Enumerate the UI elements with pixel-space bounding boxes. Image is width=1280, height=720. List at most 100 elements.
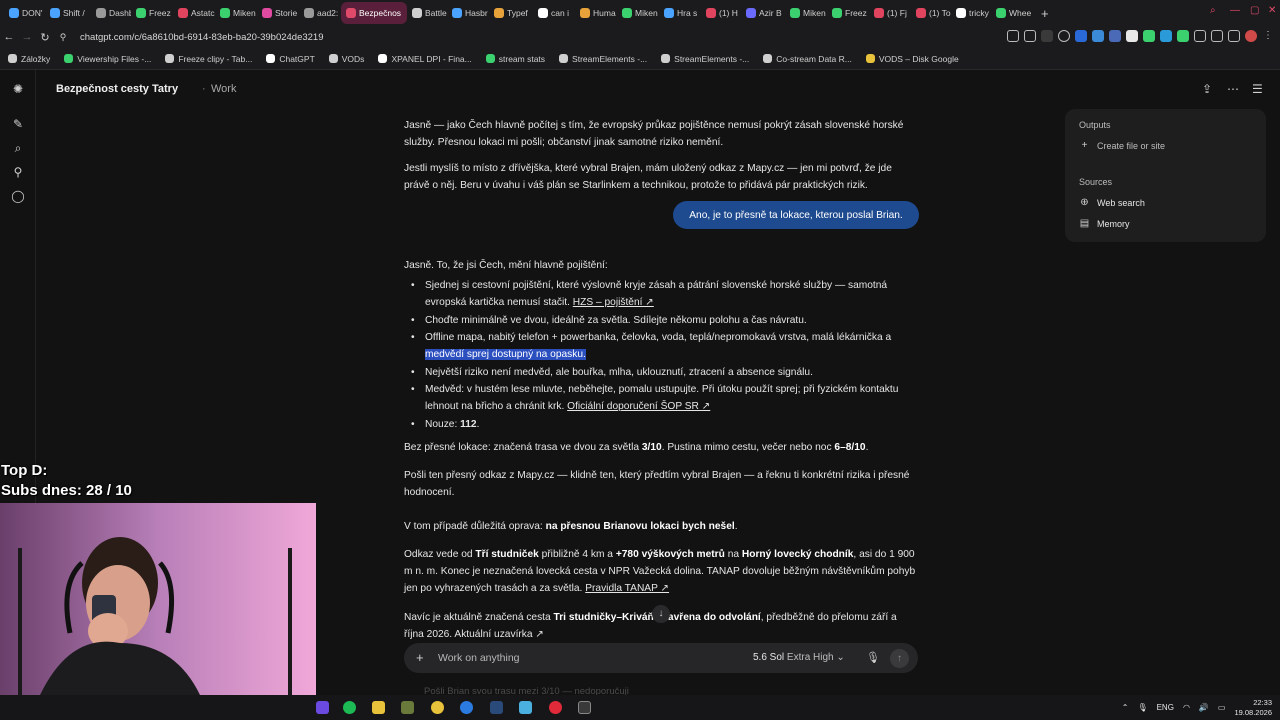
profile-icon[interactable] [1245, 30, 1257, 42]
bookmark-item[interactable]: VODS – Disk Google [865, 54, 959, 64]
pin-icon[interactable]: ⚲ [11, 165, 25, 179]
spotify-icon[interactable] [343, 701, 356, 714]
browser-tab[interactable]: Freez [131, 2, 173, 24]
clock[interactable]: 22:33 19.08.2026 [1234, 698, 1272, 718]
create-file-button[interactable]: + Create file or site [1079, 140, 1165, 151]
extension-icon[interactable] [1024, 30, 1036, 42]
extension-icon[interactable] [1194, 30, 1206, 42]
browser-tab[interactable]: Typef [489, 2, 533, 24]
bookmark-item[interactable]: VODs [328, 54, 364, 64]
bookmark-item[interactable]: Co-stream Data R... [763, 54, 852, 64]
forward-icon[interactable]: → [18, 31, 36, 43]
app-icon[interactable] [460, 701, 473, 714]
extension-icon[interactable] [1126, 30, 1138, 42]
model-selector[interactable]: 5.6 Sol Extra High ⌄ [753, 652, 845, 663]
extension-icon[interactable] [1109, 30, 1121, 42]
bookmark-item[interactable]: StreamElements -... [559, 54, 647, 64]
extension-icon[interactable] [1211, 30, 1223, 42]
browser-tab[interactable]: (1) Fj [869, 2, 911, 24]
conversation-title[interactable]: Bezpečnost cesty Tatry [56, 83, 178, 95]
microphone-icon[interactable]: 🎙 [866, 651, 880, 664]
bookmark-icon[interactable] [1007, 30, 1019, 42]
steam-icon[interactable] [490, 701, 503, 714]
browser-tab[interactable]: Freez [827, 2, 869, 24]
sidebar-toggle-icon[interactable]: ☰ [1252, 82, 1263, 96]
new-tab-icon[interactable]: + [1041, 6, 1049, 21]
app-icon[interactable] [519, 701, 532, 714]
browser-tab[interactable]: tricky [951, 2, 991, 24]
browser-tab[interactable]: Hra s [659, 2, 701, 24]
browser-tab[interactable]: Whee [991, 2, 1035, 24]
extension-icon[interactable] [1041, 30, 1053, 42]
app-icon[interactable] [316, 701, 329, 714]
wifi-icon[interactable]: ◠ [1183, 703, 1190, 712]
browser-tab[interactable]: Hasbr [447, 2, 489, 24]
browser-tab[interactable]: Miken [617, 2, 659, 24]
browser-tab[interactable]: (1) To [911, 2, 951, 24]
memory-source[interactable]: ▤ Memory [1079, 218, 1130, 229]
bookmark-item[interactable]: stream stats [485, 54, 545, 64]
chevron-up-icon[interactable]: ⌃ [1122, 703, 1129, 712]
extension-icon[interactable] [1075, 30, 1087, 42]
maximize-icon[interactable]: ▢ [1250, 5, 1259, 16]
web-search-source[interactable]: ⊕ Web search [1079, 197, 1145, 208]
send-button[interactable]: ↑ [890, 649, 909, 668]
download-icon[interactable] [1228, 30, 1240, 42]
extension-icon[interactable] [1177, 30, 1189, 42]
add-attachment-icon[interactable]: + [416, 650, 424, 665]
browser-tab[interactable]: Huma [575, 2, 617, 24]
back-icon[interactable]: ← [0, 31, 18, 43]
bookmark-item[interactable]: Záložky [8, 54, 50, 64]
chrome-icon[interactable] [431, 701, 444, 714]
composer-input[interactable] [438, 649, 738, 667]
bookmark-item[interactable]: ChatGPT [266, 54, 315, 64]
browser-tab[interactable]: Storie [257, 2, 299, 24]
openai-logo-icon[interactable]: ✺ [11, 82, 25, 96]
lang-indicator[interactable]: ENG [1157, 703, 1174, 712]
app-icon[interactable] [578, 701, 591, 714]
more-options-icon[interactable]: ⋯ [1227, 82, 1239, 96]
bookmark-item[interactable]: XPANEL DPI - Fina... [378, 54, 472, 64]
chat-bubble-icon[interactable]: ◯ [11, 189, 25, 203]
insurance-link[interactable]: HZS – pojištění ↗ [573, 297, 654, 308]
app-icon[interactable] [549, 701, 562, 714]
browser-tab[interactable]: can i [533, 2, 575, 24]
sop-recommendation-link[interactable]: Oficiální doporučení ŠOP SR ↗ [567, 401, 710, 412]
file-explorer-icon[interactable] [372, 701, 385, 714]
microphone-icon[interactable]: 🎙 [1137, 703, 1147, 712]
extension-icon[interactable] [1160, 30, 1172, 42]
browser-tab[interactable]: Miken [785, 2, 827, 24]
menu-icon[interactable]: ⋮ [1262, 30, 1274, 42]
share-icon[interactable]: ⇪ [1202, 82, 1212, 96]
bookmark-item[interactable]: Freeze clipy - Tab... [165, 54, 252, 64]
browser-tab[interactable]: Bezpečnos [341, 2, 407, 24]
app-icon[interactable] [401, 701, 414, 714]
browser-tab[interactable]: Azir B [741, 2, 785, 24]
extension-icon[interactable] [1092, 30, 1104, 42]
new-chat-icon[interactable]: ✎ [11, 117, 25, 131]
browser-tab[interactable]: Battle [407, 2, 447, 24]
url-field[interactable]: chatgpt.com/c/6a8610bd-6914-83eb-ba20-39… [80, 32, 324, 43]
bookmark-item[interactable]: Viewership Files -... [64, 54, 151, 64]
volume-icon[interactable]: 🔊 [1199, 703, 1209, 712]
tanap-rules-link[interactable]: Pravidla TANAP ↗ [585, 583, 669, 594]
search-icon[interactable]: ⌕ [11, 141, 25, 155]
browser-tab[interactable]: Shift / [45, 2, 91, 24]
site-info-icon[interactable]: ⚲ [54, 32, 72, 43]
close-window-icon[interactable]: ✕ [1268, 5, 1276, 16]
browser-tab[interactable]: Miken [215, 2, 257, 24]
search-tabs-icon[interactable]: ⌕ [1210, 5, 1216, 16]
browser-tab[interactable]: Dashb [91, 2, 131, 24]
browser-tab[interactable]: aad2: [299, 2, 341, 24]
project-name[interactable]: Work [211, 83, 236, 95]
extension-icon[interactable] [1143, 30, 1155, 42]
browser-tab[interactable]: (1) H [701, 2, 741, 24]
bookmark-item[interactable]: StreamElements -... [661, 54, 749, 64]
minimize-icon[interactable]: — [1230, 5, 1240, 16]
reload-icon[interactable]: ↻ [36, 31, 54, 44]
browser-tab[interactable]: Astatc [173, 2, 215, 24]
browser-tab[interactable]: DON' [4, 2, 45, 24]
extension-icon[interactable] [1058, 30, 1070, 42]
scroll-down-button[interactable]: ↓ [652, 605, 670, 623]
battery-icon[interactable]: ▭ [1218, 703, 1226, 712]
